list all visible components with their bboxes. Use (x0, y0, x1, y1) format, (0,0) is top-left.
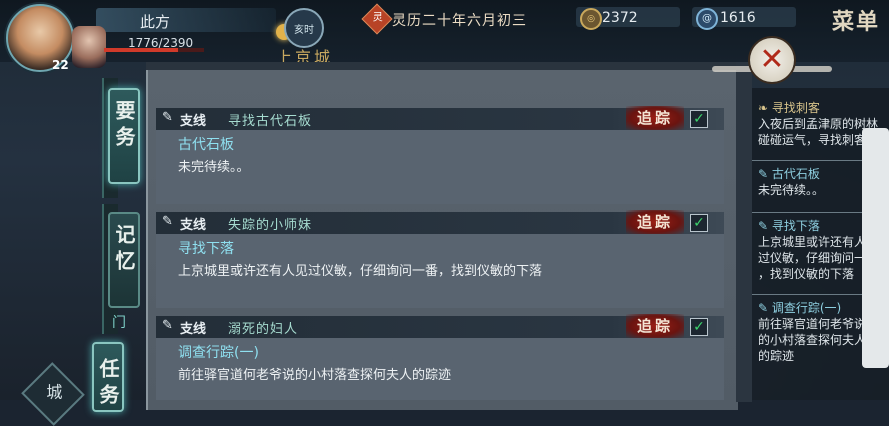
track-button[interactable]: 追踪 (626, 106, 684, 130)
quest-card[interactable]: ✎ 支线 溺死的妇人 追踪 ✓ 调查行踪(一) 前往驿官道何老爷说的小村落查探何… (156, 314, 724, 400)
quest-type: 支线 (180, 114, 207, 129)
tracked-quest[interactable]: ✎ 调查行踪(一) 前往驿官道何老爷说 的小村落查探何夫人 的踪迹 (758, 300, 866, 364)
quill-icon: ✎ (162, 110, 173, 125)
game-date: 灵历二十年六月初三 (392, 13, 527, 29)
divider (752, 294, 862, 295)
quest-card[interactable]: ✎ 支线 失踪的小师妹 追踪 ✓ 寻找下落 上京城里或许还有人见过仪敏，仔细询问… (156, 210, 724, 308)
quill-icon: ✎ (162, 214, 173, 229)
quest-title: 失踪的小师妹 (228, 218, 313, 233)
coin-icon: ◎ (580, 8, 602, 30)
time-label: 亥时 (294, 24, 314, 36)
tab-quests[interactable]: 要务 (108, 88, 140, 184)
quest-type: 支线 (180, 322, 207, 337)
track-checkbox[interactable]: ✓ (690, 214, 708, 232)
tracked-quest[interactable]: ✎ 寻找下落 上京城里或许还有人见 过仪敏，仔细询问一番 ，找到仪敏的下落 (758, 218, 878, 282)
tracked-quest[interactable]: ❧ 寻找刺客 入夜后到孟津原的树林 碰碰运气，寻找刺客 (758, 100, 878, 148)
quill-icon: ✎ (162, 318, 173, 333)
tracked-quest-line: 入夜后到孟津原的树林 (758, 117, 879, 131)
tab-memory-label: 记忆 (112, 224, 136, 276)
time-of-day-icon[interactable]: 亥时 (284, 8, 324, 48)
quest-type: 支线 (180, 218, 207, 233)
tab-tasks-label: 任务 (96, 358, 120, 410)
spiral-icon: @ (696, 8, 718, 30)
quest-step: 古代石板 (178, 137, 234, 153)
track-button[interactable]: 追踪 (626, 210, 684, 234)
tracked-quest-line: ，找到仪敏的下落 (758, 267, 855, 281)
player-name-plate (96, 8, 276, 32)
quest-header: ✎ 支线 寻找古代石板 追踪 ✓ (156, 106, 724, 130)
tracked-quest-line: 的小村落查探何夫人 (758, 333, 867, 347)
tracked-quest-line: 上京城里或许还有人见 (758, 235, 879, 249)
player-name: 此方 (140, 13, 171, 31)
companion-avatar[interactable] (72, 26, 106, 68)
tracked-quest-line: 前往驿官道何老爷说 (758, 317, 867, 331)
menu-button[interactable]: 菜单 (832, 4, 880, 36)
player-hp-bar (104, 48, 204, 52)
currency2-value: 1616 (720, 10, 756, 26)
tab-tasks[interactable]: 任务 (92, 342, 124, 412)
panel-right-border (736, 62, 752, 402)
quest-header: ✎ 支线 溺死的妇人 追踪 ✓ (156, 314, 724, 338)
quest-title: 寻找古代石板 (228, 114, 313, 129)
close-button[interactable]: ✕ (750, 38, 794, 82)
tracked-quest-title: ✎ 寻找下落 (758, 219, 820, 233)
quest-desc: 前往驿官道何老爷说的小村落查探何夫人的踪迹 (178, 368, 452, 383)
tracked-quest-line: 未完待续。。 (758, 183, 825, 197)
tracked-quest-title: ✎ 调查行踪(一) (758, 301, 842, 315)
quest-desc: 上京城里或许还有人见过仪敏，仔细询问一番，找到仪敏的下落 (178, 264, 543, 279)
tab-quests-label: 要务 (112, 100, 136, 152)
tracked-quest-line: 的踪迹 (758, 349, 795, 363)
quest-desc: 未完待续。。 (178, 160, 250, 175)
currency1-value: 2372 (602, 10, 638, 26)
quest-step: 寻找下落 (178, 241, 234, 257)
tracked-quest-title: ❧ 寻找刺客 (758, 101, 820, 115)
tracked-quest-line: 碰碰运气，寻找刺客 (758, 133, 867, 147)
track-checkbox[interactable]: ✓ (690, 318, 708, 336)
tracked-quest-line: 过仪敏，仔细询问一番 (758, 251, 879, 265)
track-button[interactable]: 追踪 (626, 314, 684, 338)
tab-memory[interactable]: 记忆 (108, 212, 140, 308)
tracked-quest[interactable]: ✎ 古代石板 未完待续。。 (758, 166, 824, 198)
player-level: 22 (52, 58, 69, 72)
tab-memory-sub: 门 (112, 315, 126, 331)
tracked-quest-title: ✎ 古代石板 (758, 167, 820, 181)
side-scroll-handle[interactable] (862, 128, 889, 368)
track-checkbox[interactable]: ✓ (690, 110, 708, 128)
divider (752, 212, 862, 213)
quest-header: ✎ 支线 失踪的小师妹 追踪 ✓ (156, 210, 724, 234)
quest-title: 溺死的妇人 (228, 322, 299, 337)
quest-step: 调查行踪(一) (178, 345, 259, 361)
quest-card[interactable]: ✎ 支线 寻找古代石板 追踪 ✓ 古代石板 未完待续。。 (156, 106, 724, 204)
divider (752, 160, 862, 161)
